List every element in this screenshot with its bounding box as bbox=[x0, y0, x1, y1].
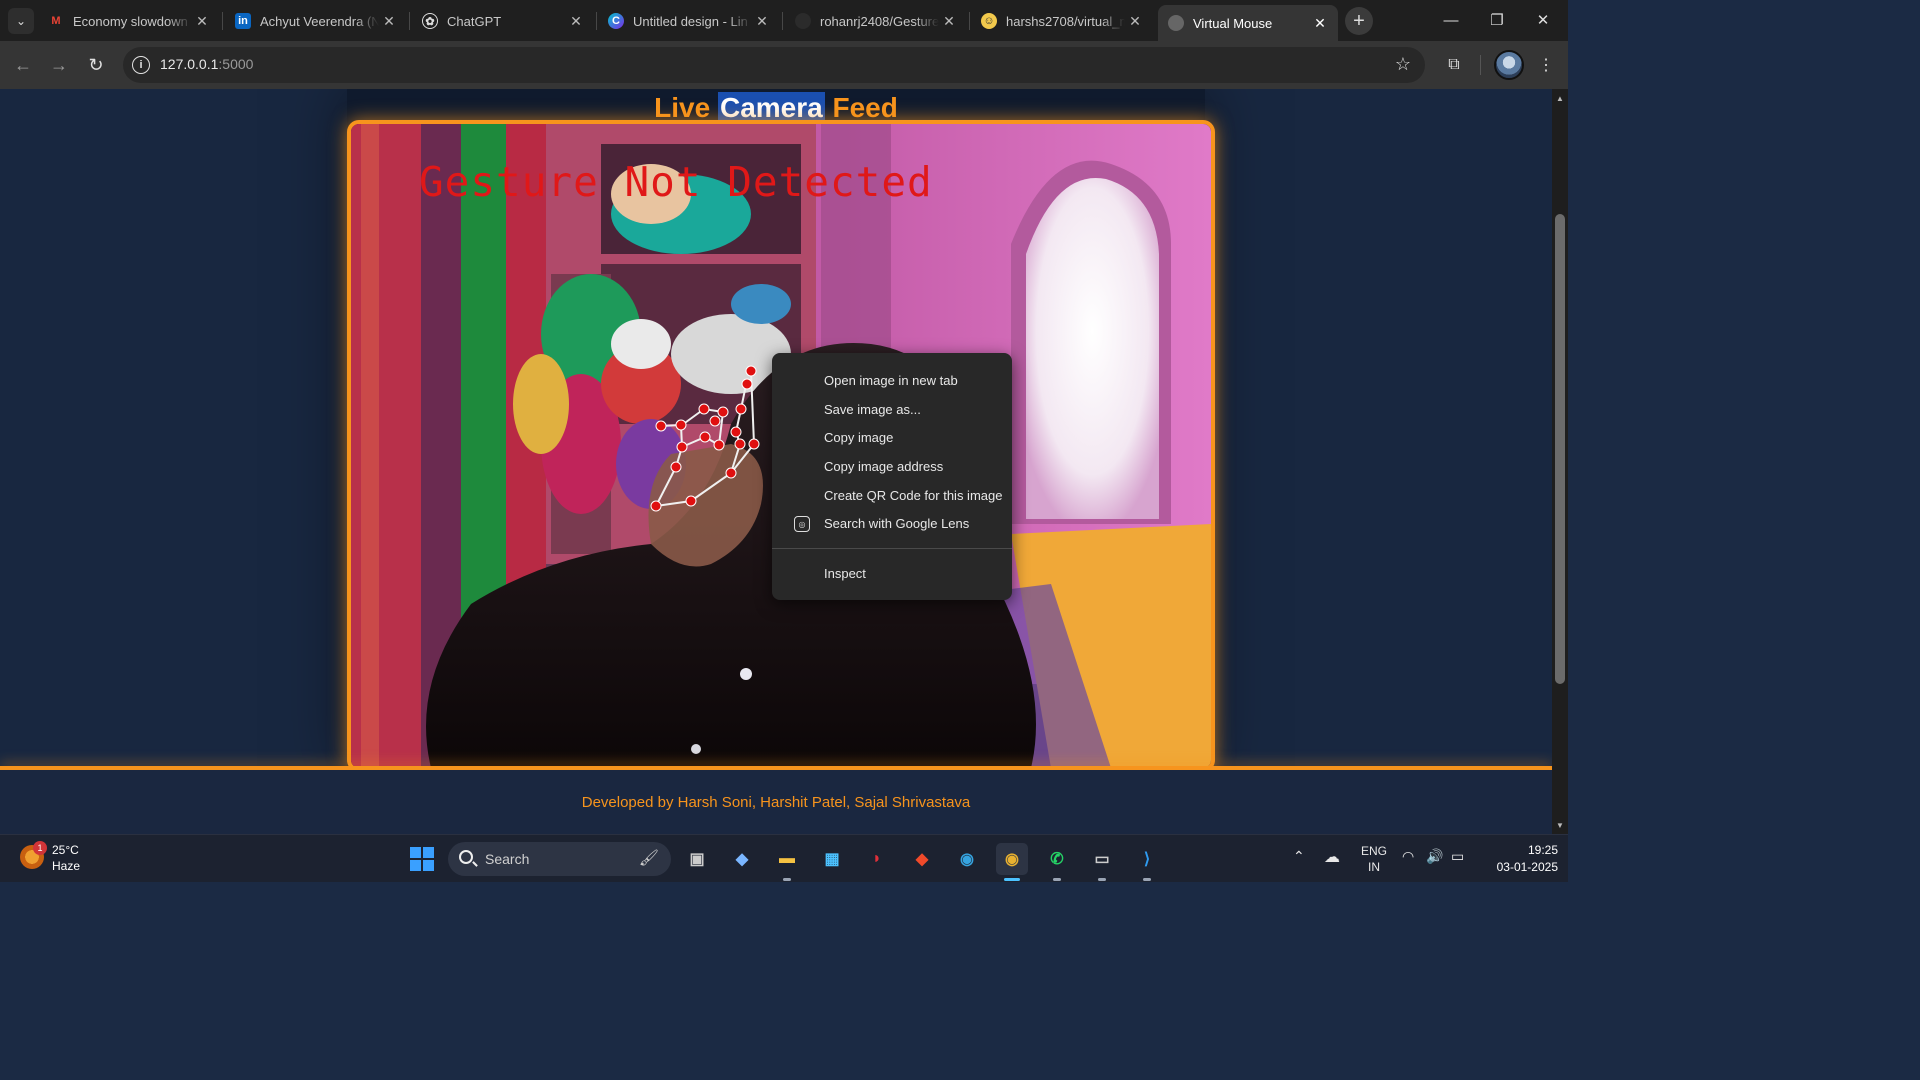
linkedin-icon: in bbox=[235, 13, 251, 29]
profile-avatar[interactable] bbox=[1494, 50, 1524, 80]
battery-icon[interactable]: ▭ bbox=[1451, 848, 1464, 865]
search-highlight-icon: 🖌 bbox=[638, 850, 659, 867]
menu-save-image-as[interactable]: Save image as... bbox=[772, 395, 1012, 424]
tab-search-button[interactable]: ⌄ bbox=[8, 8, 34, 34]
context-menu: Open image in new tab Save image as... C… bbox=[772, 353, 1012, 600]
gmail-icon: M bbox=[51, 15, 61, 27]
language-code: ENG bbox=[1361, 844, 1388, 858]
canva-icon: C bbox=[608, 13, 624, 29]
windows-logo-icon bbox=[410, 847, 434, 871]
scroll-down-icon[interactable]: ▼ bbox=[1552, 818, 1568, 832]
tab-gmail[interactable]: M Economy slowdown s ✕ bbox=[38, 6, 220, 36]
url-text[interactable]: 127.0.0.1:5000 bbox=[160, 56, 253, 72]
close-tab-icon[interactable]: ✕ bbox=[752, 13, 772, 30]
gesture-status-overlay: Gesture Not Detected bbox=[419, 158, 933, 206]
weather-desc: Haze bbox=[52, 859, 81, 873]
close-tab-icon[interactable]: ✕ bbox=[939, 13, 959, 30]
close-tab-icon[interactable]: ✕ bbox=[566, 13, 586, 30]
terminal-icon[interactable]: ▭ bbox=[1086, 843, 1118, 881]
tab-title: Virtual Mouse bbox=[1193, 15, 1273, 31]
tab-title: rohanrj2408/Gesture bbox=[820, 13, 939, 29]
tab-title: ChatGPT bbox=[447, 13, 502, 29]
page-scrollbar[interactable]: ▲ ▼ bbox=[1552, 89, 1568, 834]
minimize-icon[interactable]: — bbox=[1428, 6, 1474, 34]
footer: Developed by Harsh Soni, Harshit Patel, … bbox=[0, 770, 1552, 834]
mcafee-icon[interactable]: ◗ bbox=[861, 843, 893, 875]
microsoft-store-icon[interactable]: ▦ bbox=[816, 843, 848, 875]
close-tab-icon[interactable]: ✕ bbox=[1310, 15, 1330, 32]
github-copilot-icon: ☺ bbox=[981, 13, 997, 29]
chrome-icon[interactable]: ◉ bbox=[996, 843, 1028, 881]
tab-title: Untitled design - Lin bbox=[633, 13, 748, 29]
menu-copy-image[interactable]: Copy image bbox=[772, 423, 1012, 452]
volume-icon[interactable]: 🔊 bbox=[1426, 848, 1443, 865]
clock-date: 03-01-2025 bbox=[1496, 860, 1558, 874]
copilot-icon[interactable]: ◆ bbox=[726, 843, 758, 875]
footer-credits: Developed by Harsh Soni, Harshit Patel, … bbox=[581, 794, 971, 811]
tab-linkedin[interactable]: in Achyut Veerendra (N ✕ bbox=[225, 6, 407, 36]
tab-canva[interactable]: C Untitled design - Lin ✕ bbox=[598, 6, 780, 36]
language-indicator[interactable]: ENG IN bbox=[1361, 843, 1387, 875]
menu-item-label: Search with Google Lens bbox=[824, 516, 970, 532]
search-icon bbox=[459, 850, 473, 864]
menu-open-image-new-tab[interactable]: Open image in new tab bbox=[772, 366, 1012, 395]
vscode-icon[interactable]: ⟩ bbox=[1131, 843, 1163, 881]
menu-search-google-lens[interactable]: ◎ Search with Google Lens bbox=[772, 509, 1012, 538]
close-tab-icon[interactable]: ✕ bbox=[379, 13, 399, 30]
bookmark-star-icon[interactable]: ☆ bbox=[1395, 54, 1411, 75]
tray-chevron-icon[interactable]: ⌃ bbox=[1293, 848, 1305, 865]
menu-create-qr-code[interactable]: Create QR Code for this image bbox=[772, 481, 1012, 510]
tab-title: harshs2708/virtual_m bbox=[1006, 13, 1125, 29]
windows-taskbar: 1 25°C Haze Search 🖌 ▣ ◆ ▬ ▦ ◗ ◆ ◉ ◉ ✆ ▭ … bbox=[0, 834, 1568, 882]
browser-toolbar: ← → ↻ i 127.0.0.1:5000 ☆ ⧉ ⋮ bbox=[0, 41, 1568, 89]
new-tab-button[interactable]: + bbox=[1345, 7, 1373, 35]
scroll-up-icon[interactable]: ▲ bbox=[1552, 91, 1568, 105]
tab-github-virtual[interactable]: ☺ harshs2708/virtual_m ✕ bbox=[971, 6, 1153, 36]
region-code: IN bbox=[1368, 860, 1380, 874]
system-clock[interactable]: 19:25 03-01-2025 bbox=[1478, 842, 1558, 876]
menu-copy-image-address[interactable]: Copy image address bbox=[772, 452, 1012, 481]
forward-icon[interactable]: → bbox=[46, 52, 72, 78]
menu-kebab-icon[interactable]: ⋮ bbox=[1534, 53, 1558, 77]
onedrive-icon[interactable]: ☁ bbox=[1324, 847, 1340, 867]
close-tab-icon[interactable]: ✕ bbox=[192, 13, 212, 30]
tab-title: Achyut Veerendra (N bbox=[260, 13, 379, 29]
tab-chatgpt[interactable]: ✿ ChatGPT ✕ bbox=[412, 6, 594, 36]
taskbar-search[interactable]: Search 🖌 bbox=[448, 842, 671, 876]
git-icon[interactable]: ◆ bbox=[906, 843, 938, 875]
restore-icon[interactable]: ❐ bbox=[1474, 6, 1520, 34]
notification-badge: 1 bbox=[33, 841, 47, 855]
tab-virtual-mouse[interactable]: Virtual Mouse ✕ bbox=[1158, 5, 1338, 41]
scroll-thumb[interactable] bbox=[1555, 214, 1565, 684]
task-view-icon[interactable]: ▣ bbox=[681, 843, 713, 875]
start-button[interactable] bbox=[406, 843, 438, 875]
extensions-icon[interactable]: ⧉ bbox=[1442, 53, 1466, 77]
whatsapp-icon[interactable]: ✆ bbox=[1041, 843, 1073, 881]
google-lens-icon: ◎ bbox=[794, 516, 810, 533]
address-bar[interactable]: i 127.0.0.1:5000 ☆ bbox=[123, 47, 1425, 83]
site-info-icon[interactable]: i bbox=[132, 56, 150, 74]
tab-github-gesture[interactable]: rohanrj2408/Gesture ✕ bbox=[785, 6, 967, 36]
tab-strip: ⌄ M Economy slowdown s ✕ in Achyut Veere… bbox=[0, 0, 1568, 41]
globe-icon bbox=[1168, 15, 1184, 31]
reload-icon[interactable]: ↻ bbox=[83, 52, 109, 78]
back-icon[interactable]: ← bbox=[10, 52, 36, 78]
clock-time: 19:25 bbox=[1527, 843, 1558, 857]
tab-title: Economy slowdown s bbox=[73, 13, 192, 29]
github-icon bbox=[795, 13, 811, 29]
edge-icon[interactable]: ◉ bbox=[951, 843, 983, 875]
chatgpt-icon: ✿ bbox=[422, 13, 438, 29]
wifi-icon[interactable]: ◠ bbox=[1402, 848, 1414, 865]
menu-inspect[interactable]: Inspect bbox=[772, 559, 1012, 588]
file-explorer-icon[interactable]: ▬ bbox=[771, 843, 803, 881]
close-window-icon[interactable]: ✕ bbox=[1520, 6, 1566, 34]
search-label: Search bbox=[485, 851, 530, 867]
close-tab-icon[interactable]: ✕ bbox=[1125, 13, 1145, 30]
weather-temp: 25°C bbox=[52, 843, 79, 857]
